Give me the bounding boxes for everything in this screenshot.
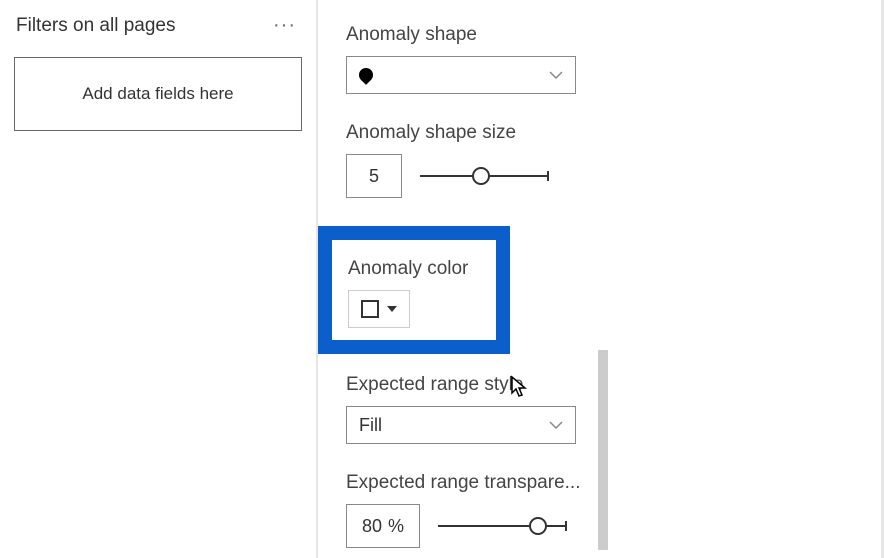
anomaly-color-highlight: Anomaly color (318, 226, 510, 354)
anomaly-shape-size-group: Anomaly shape size 5 (346, 122, 608, 198)
slider-thumb[interactable] (529, 517, 547, 535)
anomaly-shape-label: Anomaly shape (346, 24, 608, 46)
color-swatch (361, 300, 379, 318)
chevron-down-icon (549, 421, 563, 429)
caret-down-icon (387, 306, 397, 312)
anomaly-shape-group: Anomaly shape (346, 24, 608, 94)
transparency-unit: % (388, 516, 404, 537)
format-pane: Anomaly shape Anomaly shape size 5 Anoma… (318, 0, 608, 558)
expected-range-transparency-slider[interactable] (438, 516, 566, 536)
anomaly-color-picker[interactable] (348, 290, 410, 328)
anomaly-shape-size-slider[interactable] (420, 166, 548, 186)
expected-range-style-label: Expected range style (346, 374, 608, 396)
anomaly-shape-select[interactable] (346, 56, 576, 94)
filters-pane: Filters on all pages ··· Add data fields… (0, 0, 318, 558)
anomaly-color-label: Anomaly color (348, 258, 480, 280)
expected-range-transparency-label: Expected range transpare... (346, 472, 608, 494)
expected-range-style-value: Fill (359, 415, 382, 436)
scrollbar[interactable] (598, 350, 608, 550)
filters-header: Filters on all pages ··· (14, 0, 302, 55)
slider-thumb[interactable] (472, 167, 490, 185)
teardrop-icon (356, 65, 376, 85)
expected-range-style-select[interactable]: Fill (346, 406, 576, 444)
anomaly-shape-size-label: Anomaly shape size (346, 122, 608, 144)
expected-range-transparency-group: Expected range transpare... 80 % (346, 472, 608, 548)
anomaly-shape-value (359, 68, 373, 82)
expected-range-transparency-input[interactable]: 80 % (346, 504, 420, 548)
transparency-value: 80 (362, 516, 382, 537)
expected-range-style-group: Expected range style Fill (346, 374, 608, 444)
more-options-icon[interactable]: ··· (269, 14, 300, 37)
add-data-fields-dropzone[interactable]: Add data fields here (14, 57, 302, 131)
anomaly-shape-size-input[interactable]: 5 (346, 154, 402, 198)
chevron-down-icon (549, 71, 563, 79)
filters-title: Filters on all pages (16, 15, 175, 37)
